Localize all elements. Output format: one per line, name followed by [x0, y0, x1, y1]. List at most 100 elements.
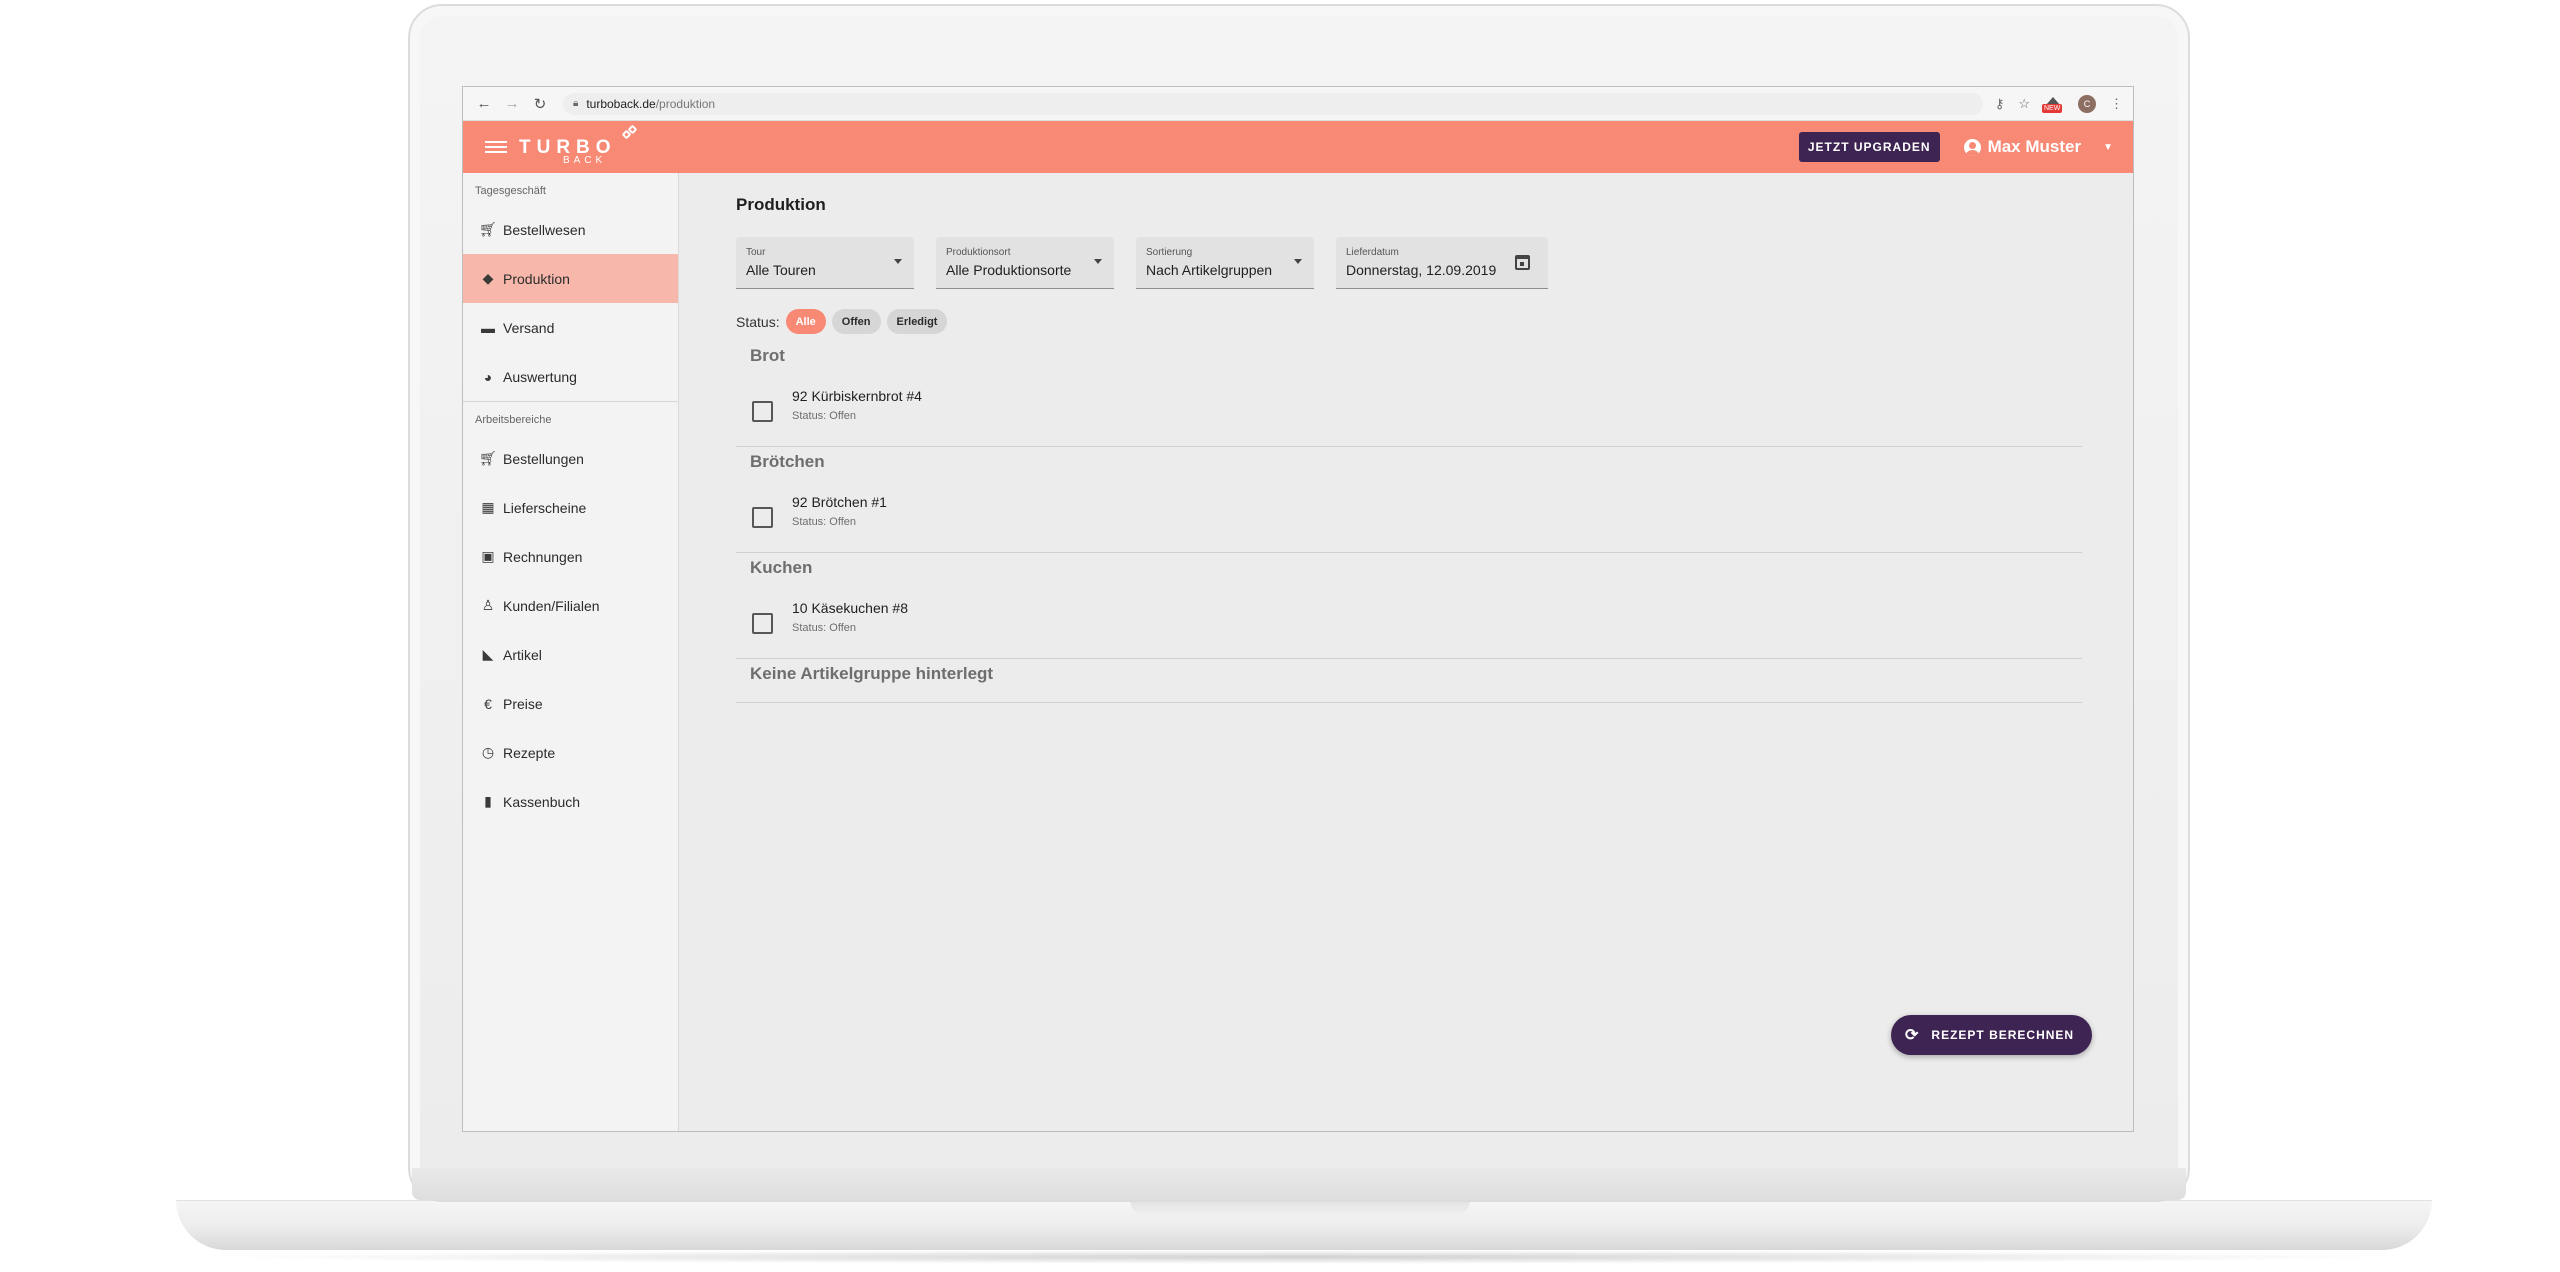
key-icon[interactable]: ⚷ [1995, 96, 2005, 112]
star-icon[interactable]: ☆ [2018, 96, 2030, 112]
screen: ← → ↻ 🔒︎ turboback.de/produktion ⚷ ☆ NEW… [462, 86, 2134, 1132]
lock-icon: 🔒︎ [573, 98, 579, 109]
cart-icon: 🛒︎ [479, 221, 497, 237]
chip-offen[interactable]: Offen [831, 309, 881, 334]
person-icon: ♙ [481, 597, 495, 613]
sidebar-item-label: Bestellwesen [503, 221, 586, 238]
sidebar-item-label: Versand [503, 319, 555, 336]
sidebar-item-label: Preise [503, 695, 543, 712]
item-status: Status: Offen [792, 516, 857, 528]
sidebar-item-label: Artikel [503, 646, 542, 663]
select-value: Alle Produktionsorte [946, 262, 1072, 278]
list-item: 92 Brötchen #1 Status: Offen [736, 483, 2082, 553]
sidebar-item-produktion[interactable]: ◆ Produktion [463, 254, 678, 303]
laptop-notch [1130, 1200, 1470, 1216]
sortierung-select[interactable]: Sortierung Nach Artikelgruppen [1136, 237, 1314, 289]
status-filter: Status: Alle Offen Erledigt [736, 309, 948, 334]
back-arrow-icon[interactable]: ← [473, 93, 495, 115]
user-menu[interactable]: Max Muster ▼ [1963, 137, 2113, 157]
sidebar-item-bestellwesen[interactable]: 🛒︎ Bestellwesen [463, 205, 678, 254]
group-title: Keine Artikelgruppe hinterlegt [736, 659, 2082, 703]
sidebar-item-label: Rechnungen [503, 548, 583, 565]
select-label: Produktionsort [946, 247, 1011, 258]
sidebar-item-artikel[interactable]: ◣ Artikel [463, 630, 678, 679]
user-name: Max Muster [1987, 137, 2082, 156]
forward-arrow-icon[interactable]: → [501, 93, 523, 115]
list-item: 10 Käsekuchen #8 Status: Offen [736, 589, 2082, 659]
sidebar-item-rechnungen[interactable]: ▣ Rechnungen [463, 532, 678, 581]
laptop-shadow [200, 1250, 2410, 1264]
sidebar-item-label: Lieferscheine [503, 499, 587, 516]
sidebar-item-versand[interactable]: ▬ Versand [463, 303, 678, 352]
produktionsort-select[interactable]: Produktionsort Alle Produktionsorte [936, 237, 1114, 289]
clock-icon: ◷ [481, 744, 495, 760]
chevron-down-icon: ▼ [2103, 141, 2113, 153]
kebab-menu-icon[interactable]: ⋮ [2110, 96, 2123, 112]
fab-label: REZEPT BERECHNEN [1931, 1028, 2075, 1042]
sidebar-item-label: Bestellungen [503, 450, 584, 467]
url-path: /produktion [655, 96, 716, 111]
group-title: Brot [750, 346, 785, 365]
euro-icon: € [484, 695, 492, 712]
sidebar-item-kassenbuch[interactable]: ▮ Kassenbuch [463, 777, 678, 826]
sidebar-item-kunden[interactable]: ♙ Kunden/Filialen [463, 581, 678, 630]
hamburger-menu-icon[interactable] [485, 141, 507, 153]
extension-icon[interactable]: NEW [2042, 96, 2064, 113]
profile-avatar[interactable]: C [2078, 94, 2096, 113]
sidebar-item-rezepte[interactable]: ◷ Rezepte [463, 728, 678, 777]
sidebar-item-label: Kunden/Filialen [503, 597, 600, 614]
sidebar-item-bestellungen[interactable]: 🛒︎ Bestellungen [463, 434, 678, 483]
item-checkbox[interactable] [752, 507, 773, 528]
laptop-hinge [412, 1168, 2186, 1200]
item-checkbox[interactable] [752, 401, 773, 422]
book-icon: ▮ [484, 793, 492, 809]
upgrade-button[interactable]: JETZT UPGRADEN [1798, 132, 1940, 162]
logo[interactable]: TURBO BACK [519, 124, 638, 165]
logo-mark-icon [621, 124, 639, 142]
item-checkbox[interactable] [752, 613, 773, 634]
browser-toolbar: ← → ↻ 🔒︎ turboback.de/produktion ⚷ ☆ NEW… [463, 87, 2133, 121]
laptop-mockup: ← → ↻ 🔒︎ turboback.de/produktion ⚷ ☆ NEW… [0, 0, 2560, 1272]
bread-icon: ◆ [482, 270, 494, 286]
item-name: 10 Käsekuchen #8 [792, 600, 908, 616]
calendar-icon: ▦ [481, 499, 495, 515]
sidebar-section-title: Arbeitsbereiche [475, 414, 552, 426]
date-label: Lieferdatum [1346, 247, 1399, 258]
date-value: Donnerstag, 12.09.2019 [1346, 262, 1497, 278]
sidebar-section-title: Tagesgeschäft [475, 185, 546, 197]
sidebar-item-auswertung[interactable]: ◕ Auswertung [463, 352, 678, 401]
group-broetchen: Brötchen 92 Brötchen #1 Status: Offen [736, 447, 2082, 553]
chip-erledigt[interactable]: Erledigt [886, 309, 948, 334]
pie-chart-icon: ◕ [483, 368, 493, 385]
dropdown-arrow-icon [894, 259, 902, 264]
main-content: Produktion Tour Alle Touren Produktionso… [680, 173, 2133, 1101]
group-title: Brötchen [750, 452, 825, 471]
list-item: 92 Kürbiskernbrot #4 Status: Offen [736, 377, 2082, 447]
dropdown-arrow-icon [1094, 259, 1102, 264]
item-name: 92 Brötchen #1 [792, 494, 887, 510]
sidebar-item-preise[interactable]: € Preise [463, 679, 678, 728]
item-status: Status: Offen [792, 622, 857, 634]
select-value: Nach Artikelgruppen [1146, 262, 1273, 278]
group-title: Kuchen [750, 558, 813, 577]
sidebar-item-label: Produktion [503, 270, 570, 287]
truck-icon: ▬ [481, 319, 495, 336]
group-kuchen: Kuchen 10 Käsekuchen #8 Status: Offen [736, 553, 2082, 659]
wallet-icon: ▣ [481, 548, 495, 564]
lieferdatum-field[interactable]: Lieferdatum Donnerstag, 12.09.2019 [1336, 237, 1548, 289]
cart-icon: 🛒︎ [479, 450, 497, 466]
chip-alle[interactable]: Alle [785, 309, 826, 334]
account-circle-icon [1963, 138, 1981, 156]
item-name: 92 Kürbiskernbrot #4 [792, 388, 922, 404]
select-label: Tour [746, 247, 766, 258]
address-bar[interactable]: 🔒︎ turboback.de/produktion [563, 92, 1983, 115]
sidebar-item-lieferscheine[interactable]: ▦ Lieferscheine [463, 483, 678, 532]
tour-select[interactable]: Tour Alle Touren [736, 237, 914, 289]
url-host: turboback.de [586, 96, 656, 111]
calendar-icon[interactable] [1515, 255, 1530, 270]
rezept-berechnen-button[interactable]: ⟳ REZEPT BERECHNEN [1891, 1015, 2093, 1055]
reload-icon[interactable]: ↻ [529, 93, 551, 115]
status-label: Status: [736, 313, 780, 330]
select-label: Sortierung [1146, 247, 1193, 258]
select-value: Alle Touren [746, 262, 816, 278]
